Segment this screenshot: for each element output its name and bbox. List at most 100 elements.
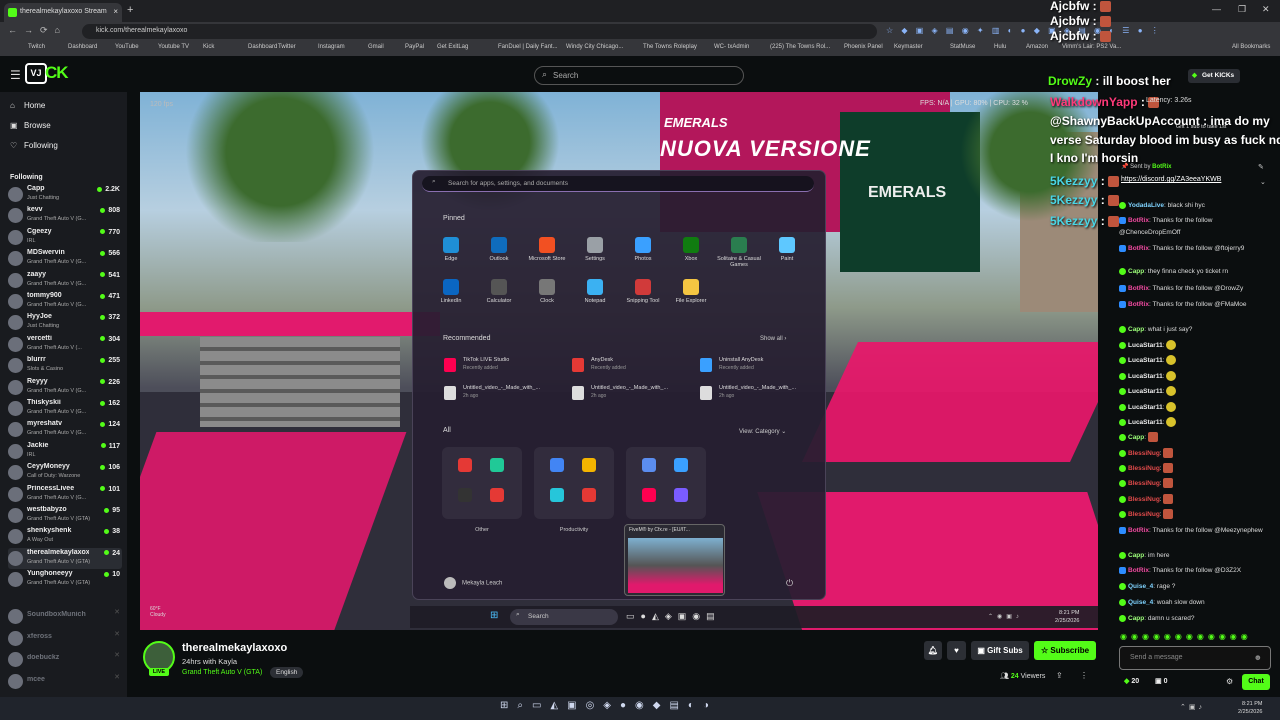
close-tab-icon[interactable]: × — [113, 7, 118, 16]
sidebar-channel[interactable]: kevv Grand Theft Auto V (G... 808 — [8, 205, 122, 226]
bell-icon[interactable]: 🔔︎ — [924, 641, 942, 660]
bookmark-item[interactable]: Twitch — [28, 44, 45, 50]
chat-username[interactable]: YodadaLive — [1128, 202, 1164, 209]
sidebar-channel[interactable]: zaayy Grand Theft Auto V (G... 541 — [8, 270, 122, 291]
chat-username[interactable]: LucaStar11 — [1128, 373, 1163, 380]
sidebar-channel-offline[interactable]: xfeross ✕ — [8, 628, 122, 649]
emoji-icon[interactable]: ☻ — [1254, 653, 1262, 662]
recommended-item[interactable]: TikTok LIVE Studio Recently added — [444, 355, 562, 377]
pinned-app[interactable]: LinkedIn — [428, 279, 474, 304]
chat-username[interactable]: LucaStar11 — [1128, 419, 1163, 426]
sidebar-item-following[interactable]: ♡ Following — [10, 141, 58, 150]
recommended-item[interactable]: Untitled_video_-_Made_with_... 2h ago — [444, 383, 562, 405]
bookmark-item[interactable]: Dashboard — [248, 44, 277, 50]
bookmark-item[interactable]: YouTube — [115, 44, 139, 50]
taskbar-apps[interactable]: ⊞⌕▭◭▣◎◈●◉◆▤◐◑ — [500, 700, 718, 711]
chat-username[interactable]: BotRix — [1128, 567, 1149, 574]
follow-heart-button[interactable]: ♥ — [947, 641, 966, 660]
bookmark-item[interactable]: Youtube TV — [158, 44, 189, 50]
pinned-app[interactable]: Calculator — [476, 279, 522, 304]
pinned-app[interactable]: Notepad — [572, 279, 618, 304]
chat-username[interactable]: BlessiNug — [1128, 511, 1160, 518]
sidebar-channel[interactable]: CeyyMoneyy Call of Duty: Warzone 106 — [8, 462, 122, 483]
chat-username[interactable]: BlessiNug — [1128, 496, 1160, 503]
sidebar-channel[interactable]: Reyyy Grand Theft Auto V (G... 226 — [8, 377, 122, 398]
close-window-icon[interactable]: ✕ — [1262, 4, 1270, 15]
pinned-app[interactable]: Outlook — [476, 237, 522, 262]
chat-username[interactable]: BotRix — [1128, 245, 1149, 252]
sidebar-channel-offline[interactable]: doebuckz ✕ — [8, 649, 122, 670]
recommended-item[interactable]: AnyDesk Recently added — [572, 355, 690, 377]
more-options-icon[interactable]: ⋮ — [1080, 671, 1088, 680]
kick-logo[interactable]: VJ CK — [25, 63, 77, 84]
pin-icon[interactable]: ✎ — [1258, 163, 1264, 171]
get-kicks-button[interactable]: ◆ Get KICKs — [1188, 69, 1240, 83]
language-tag[interactable]: English — [270, 667, 304, 678]
sidebar-channel[interactable]: Yunghoneeyy Grand Theft Auto V (GTA) 10 — [8, 569, 122, 590]
kicks-balance[interactable]: ◆ 20 — [1124, 677, 1139, 685]
chat-username[interactable]: Capp — [1128, 434, 1144, 441]
chat-input[interactable]: Send a message ☻ — [1119, 646, 1271, 670]
sidebar-channel[interactable]: therealmekaylaxoxo Grand Theft Auto V (GT… — [8, 547, 122, 569]
pinned-app[interactable]: Paint — [764, 237, 810, 262]
recommended-item[interactable]: Uninstall AnyDesk Recently added — [700, 355, 818, 377]
extensions-icon[interactable]: ☆ ◆ ▣ ◈ ▤ ◉ ✦ ▥ ◐ ● ◆ ▣ ◈ ▤ ◉ ◐ ☰ ● ⋮ — [886, 26, 1162, 35]
app-folder[interactable] — [534, 447, 614, 519]
sidebar-channel[interactable]: blurrr Slots & Casino 255 — [8, 355, 122, 376]
view-category-button[interactable]: View: Category ⌄ — [739, 428, 786, 435]
bookmark-item[interactable]: Amazon — [1026, 44, 1048, 50]
pinned-app[interactable]: File Explorer — [668, 279, 714, 304]
pinned-app[interactable]: Xbox — [668, 237, 714, 262]
bookmark-item[interactable]: WC- txAdmin — [714, 44, 749, 50]
chat-username[interactable]: Capp — [1128, 615, 1144, 622]
sidebar-channel[interactable]: Thiskyskii Grand Theft Auto V (G... 162 — [8, 398, 122, 419]
bookmark-item[interactable]: Keymaster — [894, 44, 923, 50]
maximize-icon[interactable]: ❐ — [1238, 4, 1246, 15]
pinned-app[interactable]: Clock — [524, 279, 570, 304]
emote-quick-bar[interactable]: ◉◉◉◉◉◉◉◉◉◉◉◉ — [1120, 632, 1252, 641]
pinned-app[interactable]: Settings — [572, 237, 618, 262]
bookmark-item[interactable]: FanDuel | Daily Fant... — [498, 44, 558, 50]
chat-username[interactable]: BlessiNug — [1128, 465, 1160, 472]
pinned-app[interactable]: Snipping Tool — [620, 279, 666, 304]
new-tab-button[interactable]: + — [127, 4, 133, 16]
sidebar-channel-offline[interactable]: SoundboxMunich ✕ — [8, 606, 122, 627]
chat-username[interactable]: LucaStar11 — [1128, 357, 1163, 364]
sidebar-channel[interactable]: tommy900 Grand Theft Auto V (G... 471 — [8, 291, 122, 312]
sidebar-channel[interactable]: westbabyzo Grand Theft Auto V (GTA) 95 — [8, 505, 122, 526]
hamburger-menu-icon[interactable]: ☰ — [10, 68, 21, 82]
url-field[interactable]: kick.com/therealmekaylaxoxo — [82, 24, 877, 39]
minimize-icon[interactable]: — — [1212, 4, 1221, 14]
sidebar-channel[interactable]: vercetti Grand Theft Auto V (... 304 — [8, 334, 122, 355]
pinned-app[interactable]: Solitaire & Casual Games — [716, 237, 762, 268]
chat-username[interactable]: Capp — [1128, 326, 1144, 333]
pinned-app[interactable]: Photos — [620, 237, 666, 262]
sidebar-channel[interactable]: Capp Just Chatting 2.2K — [8, 184, 122, 205]
sidebar-channel[interactable]: Jackie IRL 117 — [8, 441, 122, 462]
chat-send-button[interactable]: Chat — [1242, 674, 1270, 690]
bookmark-item[interactable]: Gmail — [368, 44, 384, 50]
chat-username[interactable]: BotRix — [1128, 527, 1149, 534]
recommended-item[interactable]: Untitled_video_-_Made_with_... 2h ago — [700, 383, 818, 405]
streamer-name[interactable]: therealmekaylaxoxo — [182, 642, 287, 654]
sidebar-channel[interactable]: HyyJoe Just Chatting 372 — [8, 312, 122, 333]
sidebar-channel[interactable]: Cgeezy IRL 770 — [8, 227, 122, 248]
sidebar-channel[interactable]: PrincessLivee Grand Theft Auto V (G... 101 — [8, 484, 122, 505]
show-all-button[interactable]: Show all › — [760, 336, 786, 342]
bookmark-item[interactable]: Phoenix Panel — [844, 44, 883, 50]
gear-icon[interactable]: ⚙ — [1226, 677, 1233, 686]
bookmark-item[interactable]: Dashboard — [68, 44, 97, 50]
sidebar-channel[interactable]: MDSwervin Grand Theft Auto V (G... 566 — [8, 248, 122, 269]
chat-username[interactable]: BotRix — [1128, 285, 1149, 292]
sidebar-item-home[interactable]: ⌂ Home — [10, 101, 45, 110]
app-folder[interactable] — [442, 447, 522, 519]
gift-count[interactable]: ▣ 0 — [1155, 677, 1167, 685]
system-tray[interactable]: ⌃▣♪ — [1180, 703, 1205, 711]
fivem-window-preview[interactable]: FiveM® by Cfx.re - [EU/IT... — [624, 524, 725, 596]
app-folder[interactable] — [626, 447, 706, 519]
sidebar-channel[interactable]: myreshatv Grand Theft Auto V (G... 124 — [8, 419, 122, 440]
chat-username[interactable]: Quise_4 — [1128, 599, 1153, 606]
bookmark-item[interactable]: Hulu — [994, 44, 1006, 50]
start-search-input[interactable]: ⌕ Search for apps, settings, and documen… — [422, 176, 814, 192]
chat-username[interactable]: BotRix — [1128, 217, 1149, 224]
